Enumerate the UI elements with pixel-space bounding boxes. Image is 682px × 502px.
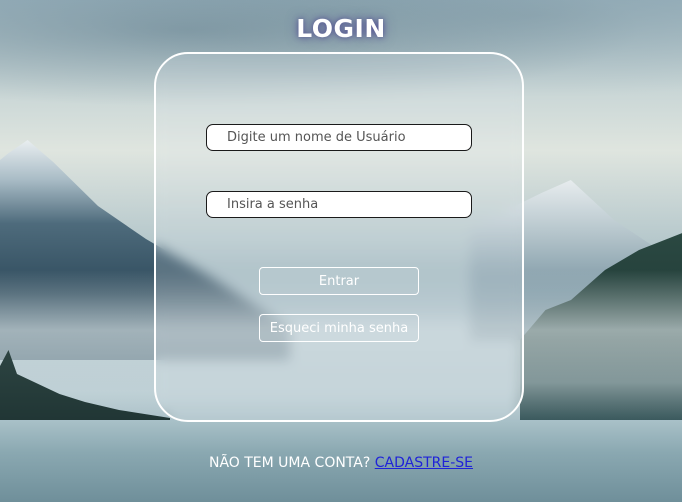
signup-link[interactable]: CADASTRE-SE [375, 455, 473, 471]
forgot-password-button[interactable]: Esqueci minha senha [259, 314, 419, 342]
login-panel [154, 52, 524, 422]
password-input[interactable] [206, 191, 472, 218]
signup-prompt: NÃO TEM UMA CONTA? CADASTRE-SE [0, 455, 682, 471]
page-title: LOGIN [296, 14, 386, 43]
login-button[interactable]: Entrar [259, 267, 419, 295]
username-input[interactable] [206, 124, 472, 151]
signup-prompt-text: NÃO TEM UMA CONTA? [208, 455, 375, 471]
